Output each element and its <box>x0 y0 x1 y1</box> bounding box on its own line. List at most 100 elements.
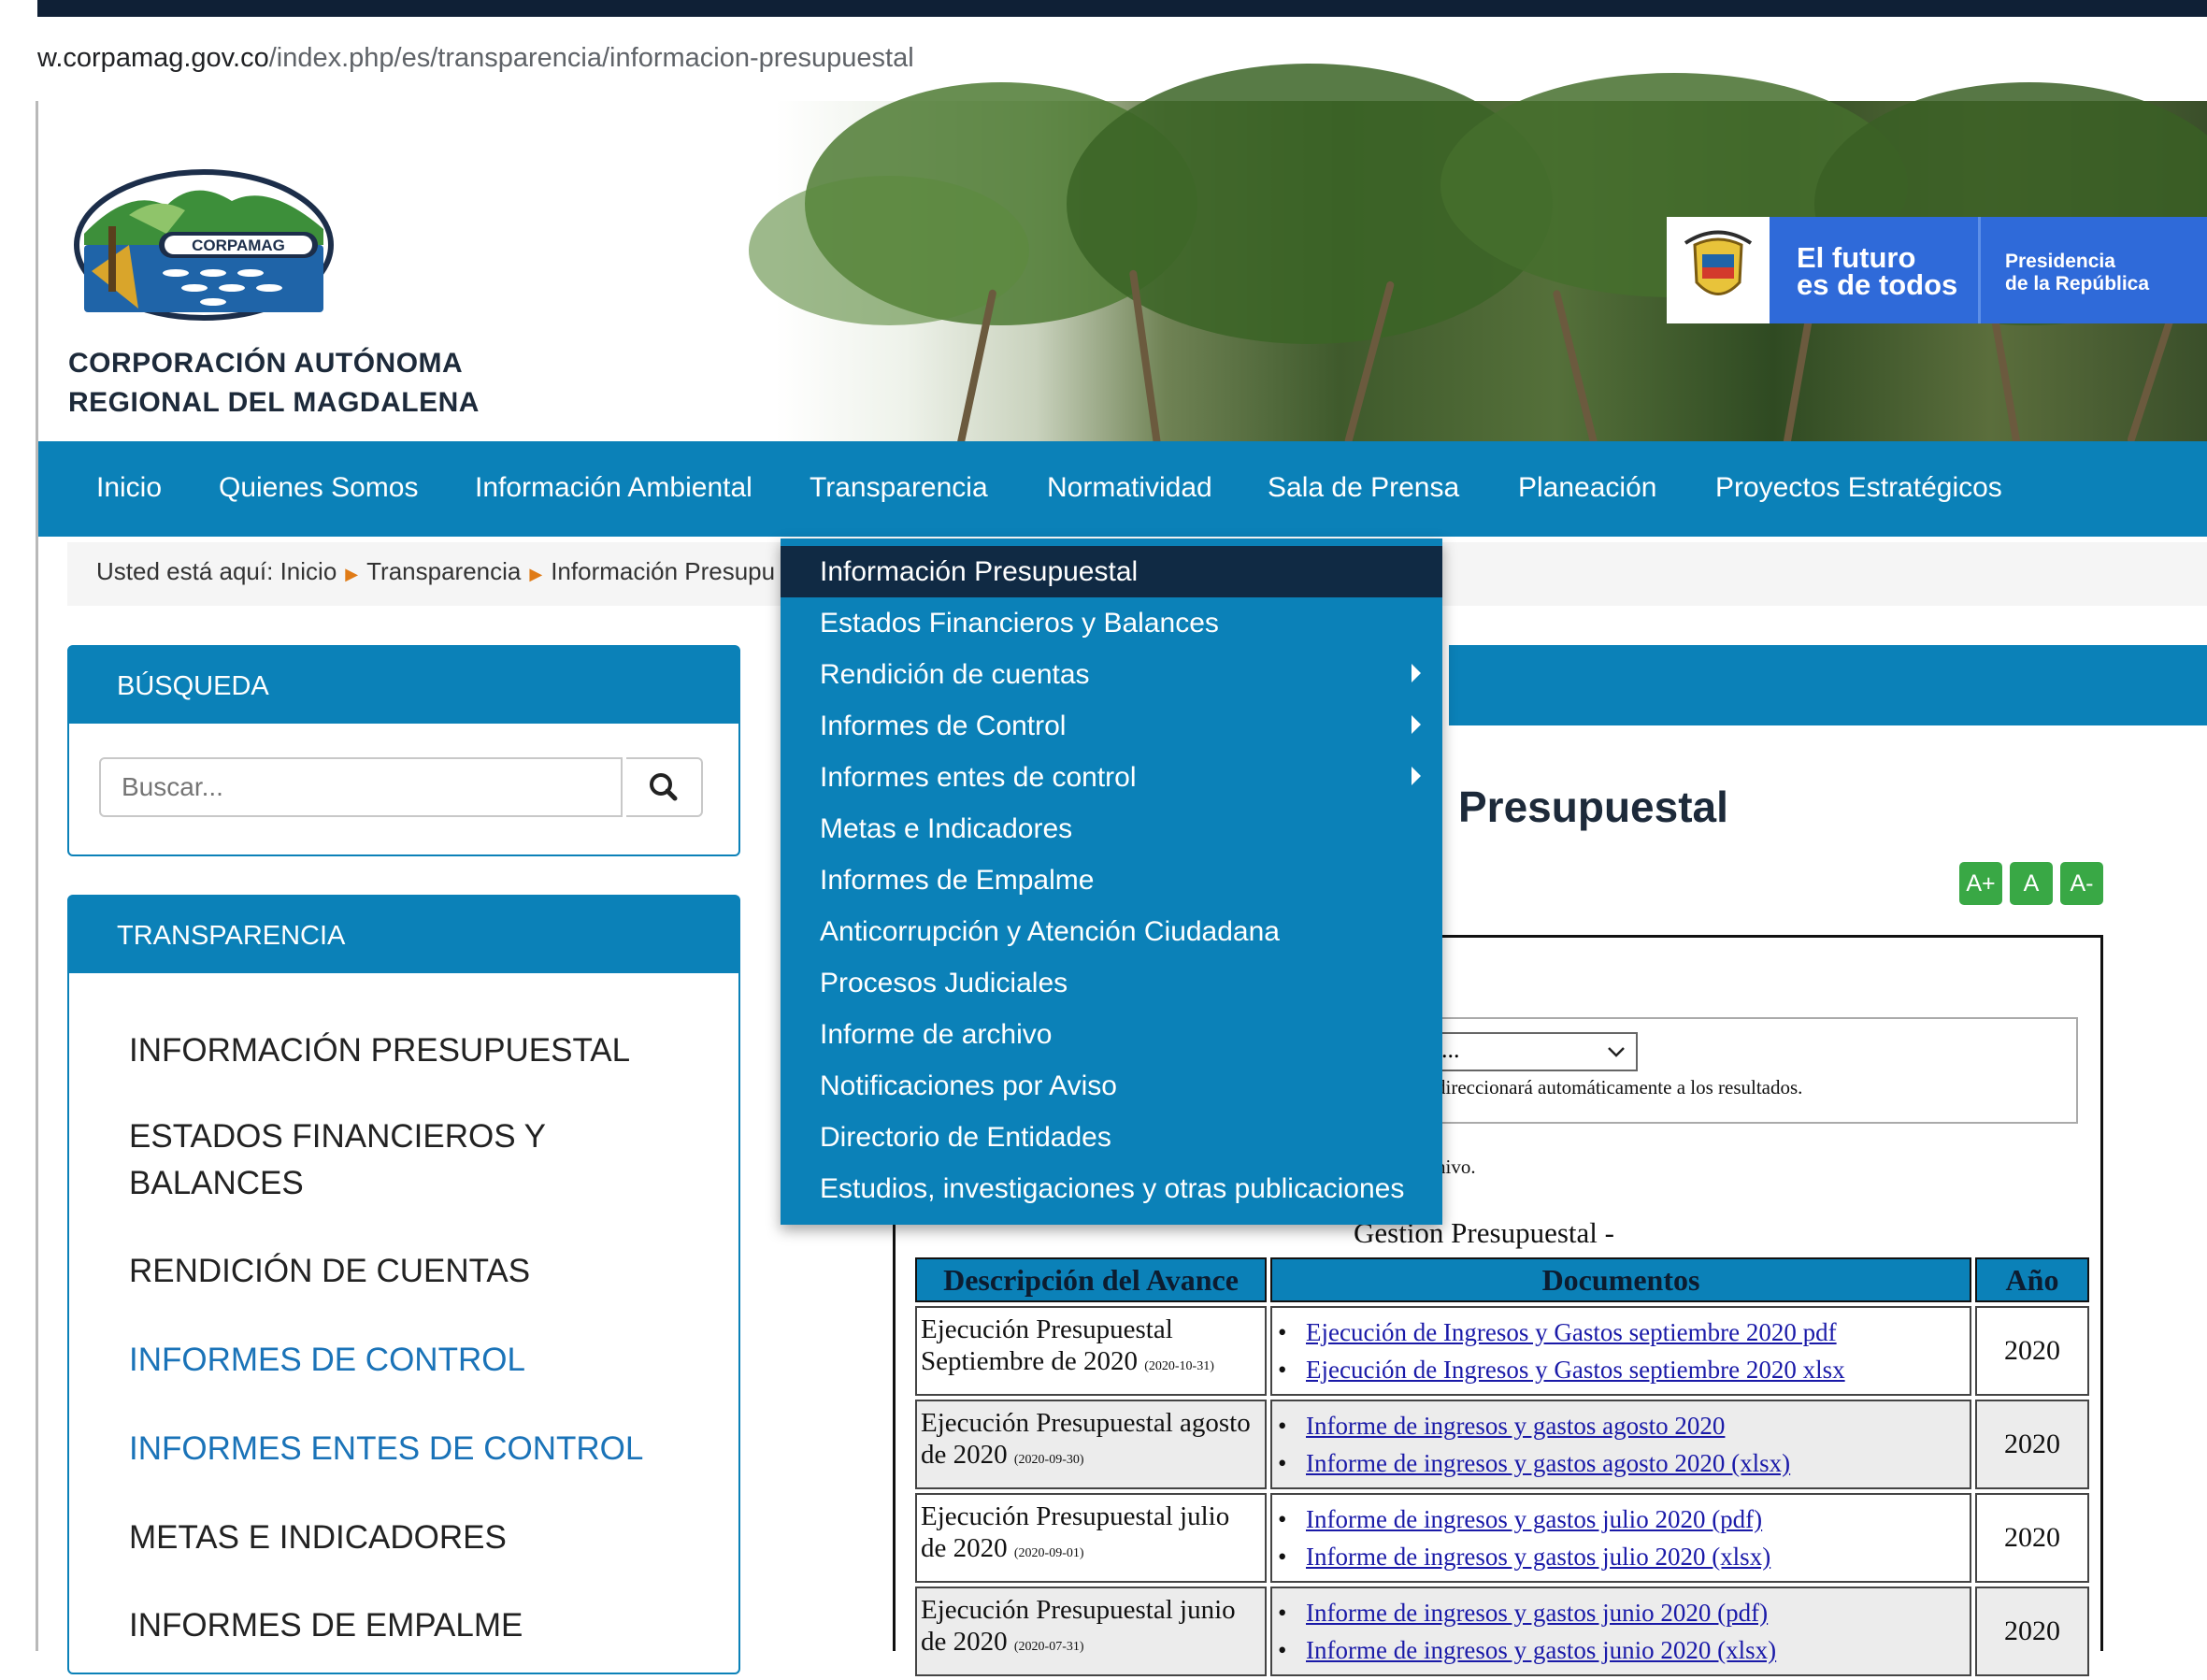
nav-normatividad[interactable]: Normatividad <box>1047 472 1212 504</box>
breadcrumb-inicio[interactable]: Inicio <box>280 557 337 585</box>
dropdown-item-procesos-judiciales[interactable]: Procesos Judiciales <box>781 957 1442 1009</box>
organization-name: CORPORACIÓN AUTÓNOMA REGIONAL DEL MAGDAL… <box>68 348 480 418</box>
colombia-shield-icon <box>1667 217 1770 323</box>
row-description: Ejecución Presupuestal junio de 2020 (20… <box>915 1587 1267 1676</box>
dropdown-item-informes-de-control[interactable]: Informes de Control <box>781 700 1442 752</box>
nav-planeacion[interactable]: Planeación <box>1518 472 1656 504</box>
document-link[interactable]: Ejecución de Ingresos y Gastos septiembr… <box>1306 1318 1837 1346</box>
row-description: Ejecución Presupuestal julio de 2020 (20… <box>915 1493 1267 1583</box>
header-ano: Año <box>1975 1257 2089 1302</box>
bullet-icon: • <box>1278 1505 1287 1533</box>
table-row: Ejecución Presupuestal junio de 2020 (20… <box>915 1587 2089 1676</box>
search-panel: BÚSQUEDA <box>67 645 740 856</box>
document-link[interactable]: Informe de ingresos y gastos agosto 2020… <box>1306 1449 1790 1477</box>
table-row: Ejecución Presupuestal Septiembre de 202… <box>915 1306 2089 1396</box>
dropdown-item-informe-de-archivo[interactable]: Informe de archivo <box>781 1009 1442 1060</box>
bullet-icon: • <box>1278 1449 1287 1477</box>
select-note: direccionará automáticamente a los resul… <box>1436 1076 1803 1098</box>
breadcrumb-arrow-icon: ▶ <box>345 565 359 583</box>
year-select-value: ... <box>1441 1036 1460 1063</box>
dropdown-item-notificaciones-por-aviso[interactable]: Notificaciones por Aviso <box>781 1060 1442 1112</box>
page-title: Presupuestal <box>1458 783 1728 831</box>
search-input[interactable] <box>99 757 623 817</box>
document-link[interactable]: Informe de ingresos y gastos junio 2020 … <box>1306 1636 1776 1664</box>
side-link-metas-e-indicadores[interactable]: METAS E INDICADORES <box>129 1515 507 1561</box>
row-year: 2020 <box>1975 1493 2089 1583</box>
document-link[interactable]: Informe de ingresos y gastos agosto 2020 <box>1306 1412 1725 1440</box>
side-link-informes-de-empalme[interactable]: INFORMES DE EMPALME <box>129 1602 523 1649</box>
row-documents: • Informe de ingresos y gastos junio 2020… <box>1270 1587 1971 1676</box>
submenu-arrow-icon <box>1412 715 1421 734</box>
row-description: Ejecución Presupuestal Septiembre de 202… <box>915 1306 1267 1396</box>
row-documents: • Informe de ingresos y gastos agosto 202… <box>1270 1400 1971 1489</box>
font-reset-button[interactable]: A <box>2010 862 2053 905</box>
submenu-arrow-icon <box>1412 767 1421 785</box>
dropdown-item-informes-de-empalme[interactable]: Informes de Empalme <box>781 854 1442 906</box>
browser-top-bar <box>37 0 2207 17</box>
nav-sala-de-prensa[interactable]: Sala de Prensa <box>1268 472 1459 504</box>
side-link-estados-financieros[interactable]: ESTADOS FINANCIEROS Y BALANCES <box>129 1113 615 1207</box>
search-panel-header: BÚSQUEDA <box>69 647 738 724</box>
gov-entity: Presidencia de la República <box>2005 251 2150 294</box>
document-link[interactable]: Informe de ingresos y gastos julio 2020 … <box>1306 1505 1762 1533</box>
breadcrumb-current: Información Presupu <box>551 557 776 585</box>
table-header-row: Descripción del Avance Documentos Año <box>915 1257 2089 1302</box>
font-decrease-button[interactable]: A- <box>2060 862 2103 905</box>
document-link[interactable]: Informe de ingresos y gastos junio 2020 … <box>1306 1599 1768 1627</box>
submenu-arrow-icon <box>1412 664 1421 682</box>
row-documents: • Ejecución de Ingresos y Gastos septiemb… <box>1270 1306 1971 1396</box>
breadcrumb-prefix: Usted está aquí: <box>96 557 274 585</box>
corpamag-logo[interactable]: CORPAMAG <box>73 168 335 322</box>
side-link-informes-de-control[interactable]: INFORMES DE CONTROL <box>129 1337 525 1384</box>
bullet-icon: • <box>1278 1636 1287 1664</box>
transparency-panel: TRANSPARENCIA INFORMACIÓN PRESUPUESTAL E… <box>67 895 740 1674</box>
breadcrumb-arrow-icon: ▶ <box>529 565 543 583</box>
document-link[interactable]: Ejecución de Ingresos y Gastos septiembr… <box>1306 1356 1845 1384</box>
dropdown-item-informacion-presupuestal[interactable]: Información Presupuestal <box>781 546 1442 597</box>
gov-slogan: El futuro es de todos <box>1797 241 1958 301</box>
breadcrumb: Usted está aquí: Inicio ▶ Transparencia ▶ In… <box>96 557 775 586</box>
bullet-icon: • <box>1278 1412 1287 1440</box>
dropdown-item-estudios-investigaciones[interactable]: Estudios, investigaciones y otras public… <box>781 1163 1442 1214</box>
nav-informacion-ambiental[interactable]: Información Ambiental <box>475 472 752 504</box>
content-header-bar <box>1449 645 2207 725</box>
table-row: Ejecución Presupuestal agosto de 2020 (2… <box>915 1400 2089 1489</box>
budget-table: Descripción del Avance Documentos Año Ej… <box>911 1254 2093 1680</box>
row-documents: • Informe de ingresos y gastos julio 2020… <box>1270 1493 1971 1583</box>
bullet-icon: • <box>1278 1599 1287 1627</box>
font-increase-button[interactable]: A+ <box>1959 862 2002 905</box>
dropdown-item-metas-e-indicadores[interactable]: Metas e Indicadores <box>781 803 1442 854</box>
dropdown-item-rendicion-de-cuentas[interactable]: Rendición de cuentas <box>781 649 1442 700</box>
bullet-icon: • <box>1278 1543 1287 1571</box>
breadcrumb-transparencia[interactable]: Transparencia <box>366 557 521 585</box>
gov-divider <box>1978 217 1981 323</box>
transparencia-dropdown-menu: Información Presupuestal Estados Financi… <box>781 538 1442 1225</box>
side-link-informes-entes-de-control[interactable]: INFORMES ENTES DE CONTROL <box>129 1426 643 1472</box>
chevron-down-icon <box>1608 1047 1625 1057</box>
search-icon <box>650 773 678 801</box>
nav-inicio[interactable]: Inicio <box>96 472 162 504</box>
dropdown-item-anticorrupcion[interactable]: Anticorrupción y Atención Ciudadana <box>781 906 1442 957</box>
row-year: 2020 <box>1975 1587 2089 1676</box>
header-descripcion: Descripción del Avance <box>915 1257 1267 1302</box>
transparency-panel-header: TRANSPARENCIA <box>69 897 738 973</box>
url-text[interactable]: w.corpamag.gov.co/index.php/es/transpare… <box>37 43 914 74</box>
dropdown-item-directorio-de-entidades[interactable]: Directorio de Entidades <box>781 1112 1442 1163</box>
nav-transparencia[interactable]: Transparencia <box>810 472 988 504</box>
document-link[interactable]: Informe de ingresos y gastos julio 2020 … <box>1306 1543 1770 1571</box>
nav-quienes-somos[interactable]: Quienes Somos <box>219 472 418 504</box>
side-link-rendicion-de-cuentas[interactable]: RENDICIÓN DE CUENTAS <box>129 1248 530 1295</box>
dropdown-item-estados-financieros[interactable]: Estados Financieros y Balances <box>781 597 1442 649</box>
search-button[interactable] <box>626 757 703 817</box>
header-documentos: Documentos <box>1270 1257 1971 1302</box>
row-description: Ejecución Presupuestal agosto de 2020 (2… <box>915 1400 1267 1489</box>
bullet-icon: • <box>1278 1356 1287 1384</box>
year-select[interactable]: ... <box>1436 1032 1638 1071</box>
table-row: Ejecución Presupuestal julio de 2020 (20… <box>915 1493 2089 1583</box>
logo-text: CORPAMAG <box>192 237 285 254</box>
bullet-icon: • <box>1278 1318 1287 1346</box>
nav-proyectos-estrategicos[interactable]: Proyectos Estratégicos <box>1715 472 2002 504</box>
dropdown-item-informes-entes-de-control[interactable]: Informes entes de control <box>781 752 1442 803</box>
row-year: 2020 <box>1975 1400 2089 1489</box>
side-link-informacion-presupuestal[interactable]: INFORMACIÓN PRESUPUESTAL <box>129 1027 630 1074</box>
